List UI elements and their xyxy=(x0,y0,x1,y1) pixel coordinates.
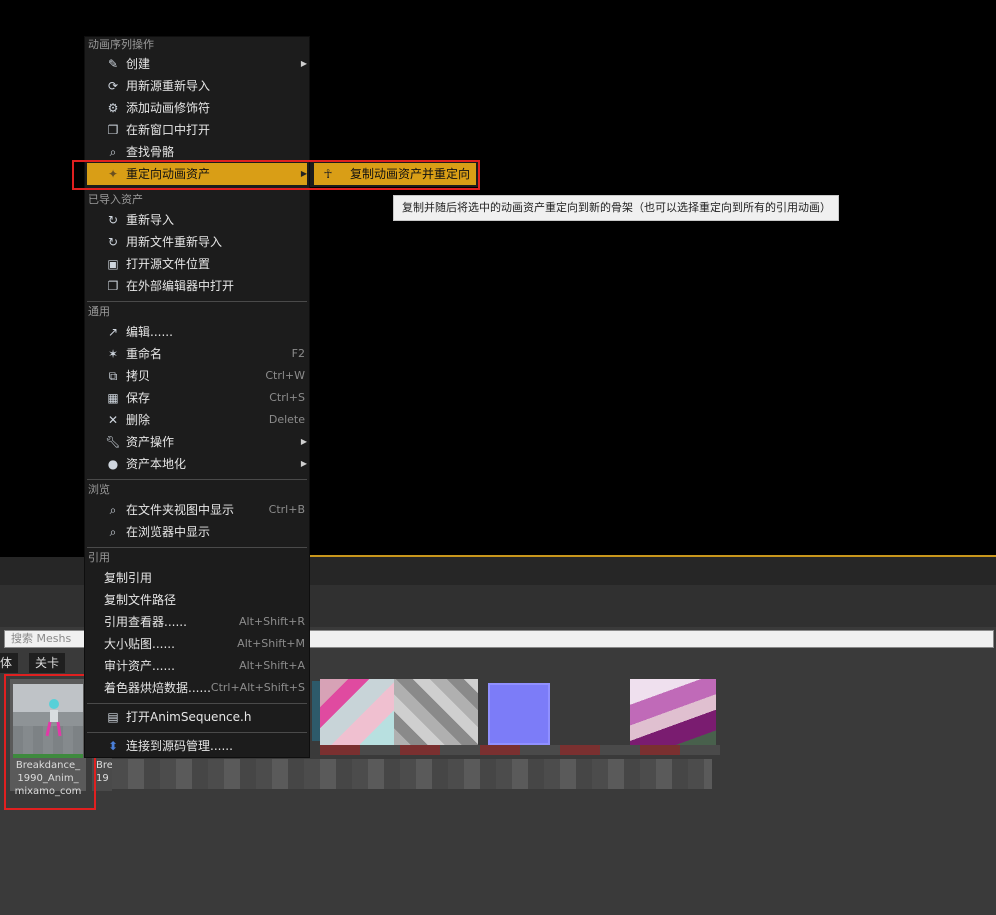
tooltip: 复制并随后将选中的动画资产重定向到新的骨架（也可以选择重定向到所有的引用动画） xyxy=(393,195,839,221)
submenu-arrow-icon: ▶ xyxy=(300,459,307,468)
menu-item-copy[interactable]: ⧉ 拷贝 Ctrl+W xyxy=(87,365,307,387)
source-control-icon: ⬍ xyxy=(107,739,119,753)
anim-modifier-icon: ⚙ xyxy=(107,101,119,115)
magnifier-icon: ⌕ xyxy=(109,525,117,539)
section-header-imported: 已导入资产 xyxy=(88,193,143,206)
menu-item-add-anim-modifier[interactable]: ⚙ 添加动画修饰符 xyxy=(87,97,307,119)
menu-separator xyxy=(87,301,307,302)
menu-item-find-skeleton[interactable]: ⌕ 查找骨骼 xyxy=(87,141,307,163)
character-figure-icon xyxy=(45,699,62,737)
find-skeleton-icon: ⌕ xyxy=(109,145,117,159)
menu-separator xyxy=(87,479,307,480)
menu-item-reimport-new-source[interactable]: ⟳ 用新源重新导入 xyxy=(87,75,307,97)
menu-item-open-source-file[interactable]: ▤ 打开AnimSequence.h xyxy=(87,706,307,728)
reimport-file-icon: ↻ xyxy=(107,235,119,249)
menu-item-connect-source-control[interactable]: ⬍ 连接到源码管理...... xyxy=(87,735,307,757)
menu-item-asset-actions[interactable]: 🔧︎ 资产操作 ▶ xyxy=(87,431,307,453)
menu-item-rename[interactable]: ✶ 重命名 F2 xyxy=(87,343,307,365)
asset-tile-breakdance[interactable]: Breakdance_ 1990_Anim_ mixamo_com xyxy=(10,679,86,797)
menu-separator xyxy=(87,547,307,548)
code-file-icon: ▤ xyxy=(107,710,119,724)
filter-chip-level[interactable]: 关卡 xyxy=(29,653,66,673)
menu-item-show-in-folder-view[interactable]: ⌕ 在文件夹视图中显示 Ctrl+B xyxy=(87,499,307,521)
menu-separator xyxy=(87,703,307,704)
menu-item-size-map[interactable]: 大小贴图...... Alt+Shift+M xyxy=(87,633,307,655)
menu-item-retarget-anim-assets[interactable]: ✦ 重定向动画资产 ▶ xyxy=(87,163,307,185)
magnifier-icon: ⌕ xyxy=(109,503,117,517)
menu-item-show-in-browser[interactable]: ⌕ 在浏览器中显示 xyxy=(87,521,307,543)
section-header-common: 通用 xyxy=(88,305,110,318)
menu-item-edit[interactable]: ↗ 编辑...... xyxy=(87,321,307,343)
section-header-browse: 浏览 xyxy=(88,483,110,496)
menu-separator xyxy=(87,732,307,733)
menu-item-open-source-location[interactable]: ▣ 打开源文件位置 xyxy=(87,253,307,275)
retarget-submenu: ☥ 复制动画资产并重定向 xyxy=(310,161,478,187)
open-window-icon: ❐ xyxy=(107,123,119,137)
menu-item-copy-file-path[interactable]: 复制文件路径 xyxy=(87,589,307,611)
rename-icon: ✶ xyxy=(107,347,119,361)
submenu-arrow-icon: ▶ xyxy=(300,59,307,68)
delete-icon: ✕ xyxy=(107,413,119,427)
retarget-figure-icon: ☥ xyxy=(323,167,333,181)
menu-item-open-external-editor[interactable]: ❐ 在外部编辑器中打开 xyxy=(87,275,307,297)
reimport-new-source-icon: ⟳ xyxy=(107,79,119,93)
section-header-anim-ops: 动画序列操作 xyxy=(88,38,154,51)
menu-item-delete[interactable]: ✕ 删除 Delete xyxy=(87,409,307,431)
globe-icon: ● xyxy=(107,457,119,471)
menu-item-save[interactable]: ▦ 保存 Ctrl+S xyxy=(87,387,307,409)
menu-item-create[interactable]: ✎ 创建 ▶ xyxy=(87,53,307,75)
submenu-arrow-icon: ▶ xyxy=(300,437,307,446)
wrench-icon: 🔧︎ xyxy=(105,435,121,449)
copy-icon: ⧉ xyxy=(108,369,118,383)
retarget-icon: ✦ xyxy=(107,167,119,181)
filter-chip-body[interactable]: 体 xyxy=(0,653,19,673)
menu-item-reference-viewer[interactable]: 引用查看器...... Alt+Shift+R xyxy=(87,611,307,633)
asset-name: Breakdance_ 1990_Anim_ mixamo_com xyxy=(14,760,82,797)
menu-item-reimport-new-file[interactable]: ↻ 用新文件重新导入 xyxy=(87,231,307,253)
section-header-references: 引用 xyxy=(88,551,110,564)
save-icon: ▦ xyxy=(107,391,119,405)
menu-item-open-new-window[interactable]: ❐ 在新窗口中打开 xyxy=(87,119,307,141)
external-editor-icon: ❐ xyxy=(107,279,119,293)
menu-item-audit-assets[interactable]: 审计资产...... Alt+Shift+A xyxy=(87,655,307,677)
menu-item-reimport[interactable]: ↻ 重新导入 xyxy=(87,209,307,231)
asset-name-partial: Bre 19 xyxy=(96,760,113,784)
context-menu: 动画序列操作 ✎ 创建 ▶ ⟳ 用新源重新导入 ⚙ 添加动画修饰符 ❐ 在新窗口… xyxy=(84,36,310,758)
menu-item-shader-cook-data[interactable]: 着色器烘焙数据...... Ctrl+Alt+Shift+S xyxy=(87,677,307,699)
menu-item-copy-reference[interactable]: 复制引用 xyxy=(87,567,307,589)
asset-thumbnail xyxy=(13,684,83,758)
create-icon: ✎ xyxy=(107,57,119,71)
reimport-icon: ↻ xyxy=(107,213,119,227)
submenu-arrow-icon: ▶ xyxy=(300,169,307,178)
menu-item-duplicate-and-retarget[interactable]: ☥ 复制动画资产并重定向 xyxy=(314,163,476,185)
edit-icon: ↗ xyxy=(107,325,119,339)
menu-item-asset-localization[interactable]: ● 资产本地化 ▶ xyxy=(87,453,307,475)
folder-source-icon: ▣ xyxy=(107,257,119,271)
